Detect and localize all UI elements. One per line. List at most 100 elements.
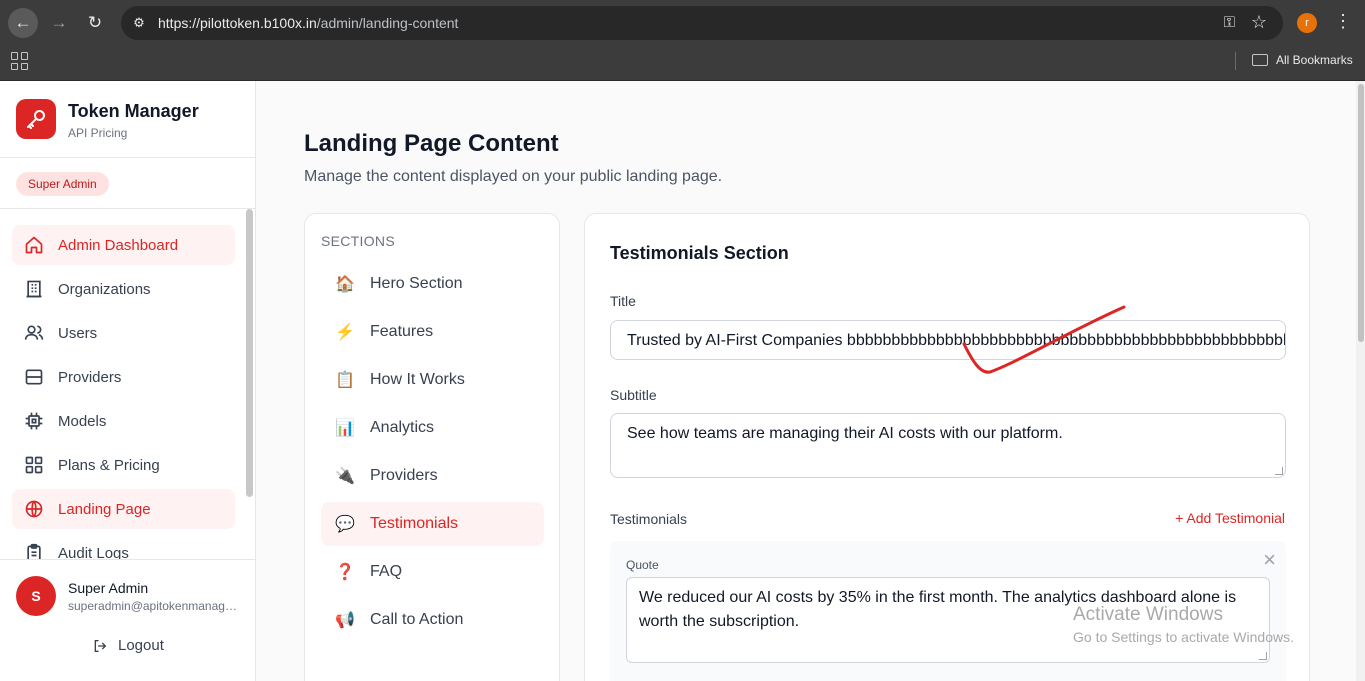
reload-icon[interactable]: ↻ xyxy=(80,8,110,38)
all-bookmarks-button[interactable]: All Bookmarks xyxy=(1252,53,1353,67)
avatar: S xyxy=(16,576,56,616)
add-testimonial-button[interactable]: + Add Testimonial xyxy=(1175,510,1285,526)
section-item-analytics[interactable]: 📊 Analytics xyxy=(321,406,544,450)
more-menu-icon[interactable]: ⋮ xyxy=(1334,11,1352,31)
sidebar-item-landing-page[interactable]: Landing Page xyxy=(12,489,235,529)
sidebar-scrollbar[interactable] xyxy=(246,209,253,497)
sections-heading: SECTIONS xyxy=(321,233,395,249)
lightning-icon: ⚡ xyxy=(335,324,355,341)
cpu-icon xyxy=(25,412,43,430)
sidebar-item-label: Providers xyxy=(58,368,122,386)
back-arrow-icon[interactable]: ← xyxy=(8,8,38,38)
quote-label: Quote xyxy=(626,558,659,572)
page-scrollbar-thumb[interactable] xyxy=(1358,84,1364,342)
resize-handle[interactable] xyxy=(1259,652,1267,660)
subtitle-textarea[interactable]: See how teams are managing their AI cost… xyxy=(610,413,1286,478)
section-item-label: Features xyxy=(370,323,434,340)
sidebar-item-organizations[interactable]: Organizations xyxy=(12,269,235,309)
bookmarks-bar xyxy=(0,46,1365,81)
logout-label: Logout xyxy=(118,637,164,654)
sidebar-item-label: Audit Logs xyxy=(58,544,129,560)
forward-arrow-icon[interactable]: → xyxy=(44,8,74,38)
role-badge: Super Admin xyxy=(16,172,109,196)
editor-heading: Testimonials Section xyxy=(610,243,789,263)
folder-icon xyxy=(1252,54,1268,66)
browser-toolbar: ← → ↻ ⚙ https://pilottoken.b100x.in/admi… xyxy=(0,0,1365,46)
section-item-label: Providers xyxy=(370,467,438,484)
address-bar[interactable]: ⚙ https://pilottoken.b100x.in/admin/land… xyxy=(121,6,1283,40)
profile-avatar[interactable]: r xyxy=(1297,13,1317,33)
sidebar-item-label: Plans & Pricing xyxy=(58,456,160,474)
subtitle-text: See how teams are managing their AI cost… xyxy=(627,425,1063,442)
section-item-call-to-action[interactable]: 📢 Call to Action xyxy=(321,598,544,642)
server-icon xyxy=(25,369,43,385)
section-item-label: Analytics xyxy=(370,419,435,436)
sidebar-item-label: Landing Page xyxy=(58,500,151,518)
password-key-icon[interactable]: ⚿ xyxy=(1224,14,1235,31)
home-icon xyxy=(25,236,43,254)
sidebar-item-label: Models xyxy=(58,412,107,430)
subtitle-label: Subtitle xyxy=(610,387,657,403)
key-logo-icon xyxy=(16,99,56,139)
title-label: Title xyxy=(610,293,636,309)
url-path: /admin/landing-content xyxy=(316,15,459,31)
house-icon: 🏠 xyxy=(335,276,355,293)
section-item-label: FAQ xyxy=(370,563,403,580)
title-input[interactable]: Trusted by AI-First Companies bbbbbbbbbb… xyxy=(610,320,1286,360)
megaphone-icon: 📢 xyxy=(335,612,355,629)
apps-grid-icon[interactable] xyxy=(11,52,29,70)
bookmarks-separator xyxy=(1235,52,1236,70)
section-item-how-it-works[interactable]: 📋 How It Works xyxy=(321,358,544,402)
activate-windows-subtitle: Go to Settings to activate Windows. xyxy=(1073,629,1294,645)
brand-title: Token Manager xyxy=(68,101,199,121)
divider xyxy=(0,157,255,158)
bookmark-star-icon[interactable]: ☆ xyxy=(1251,12,1267,33)
globe-icon xyxy=(25,500,43,518)
section-item-label: Call to Action xyxy=(370,611,464,628)
sidebar-item-models[interactable]: Models xyxy=(12,401,235,441)
sidebar-nav: Admin Dashboard Organizations Users Prov… xyxy=(12,225,235,559)
sidebar-item-admin-dashboard[interactable]: Admin Dashboard xyxy=(12,225,235,265)
question-mark-icon: ❓ xyxy=(335,564,355,581)
section-item-faq[interactable]: ❓ FAQ xyxy=(321,550,544,594)
clipboard-icon: 📋 xyxy=(335,372,355,389)
resize-handle[interactable] xyxy=(1275,467,1283,475)
all-bookmarks-label: All Bookmarks xyxy=(1276,53,1353,67)
section-item-features[interactable]: ⚡ Features xyxy=(321,310,544,354)
sidebar-item-label: Users xyxy=(58,324,98,342)
user-name: Super Admin xyxy=(68,580,149,596)
sidebar-item-label: Organizations xyxy=(58,280,151,298)
section-item-testimonials[interactable]: 💬 Testimonials xyxy=(321,502,544,546)
logout-button[interactable]: Logout xyxy=(92,637,164,654)
section-item-label: Hero Section xyxy=(370,275,463,292)
logout-icon xyxy=(94,639,107,652)
section-item-providers[interactable]: 🔌 Providers xyxy=(321,454,544,498)
page-subtitle: Manage the content displayed on your pub… xyxy=(304,168,723,185)
divider xyxy=(0,208,255,209)
url-text: https://pilottoken.b100x.in/admin/landin… xyxy=(158,15,458,31)
close-icon[interactable]: × xyxy=(1263,547,1276,573)
bar-chart-icon: 📊 xyxy=(335,420,355,437)
sidebar-item-plans-pricing[interactable]: Plans & Pricing xyxy=(12,445,235,485)
page-title: Landing Page Content xyxy=(304,130,559,157)
testimonials-label: Testimonials xyxy=(610,511,688,527)
grid-icon xyxy=(25,456,43,474)
section-item-hero[interactable]: 🏠 Hero Section xyxy=(321,262,544,306)
sidebar-item-providers[interactable]: Providers xyxy=(12,357,235,397)
sidebar-item-users[interactable]: Users xyxy=(12,313,235,353)
activate-windows-title: Activate Windows xyxy=(1073,604,1223,625)
users-icon xyxy=(24,325,44,340)
url-host: https://pilottoken.b100x.in xyxy=(158,15,317,31)
clipboard-icon xyxy=(27,543,41,559)
section-item-label: Testimonials xyxy=(370,515,459,532)
brand-subtitle: API Pricing xyxy=(68,126,128,140)
site-info-icon[interactable]: ⚙ xyxy=(129,13,149,33)
sidebar-item-label: Admin Dashboard xyxy=(58,236,179,254)
sections-list: 🏠 Hero Section ⚡ Features 📋 How It Works 📊 A… xyxy=(321,262,544,646)
building-icon xyxy=(26,280,42,298)
plug-icon: 🔌 xyxy=(335,468,355,485)
speech-bubble-icon: 💬 xyxy=(335,516,355,533)
sidebar-item-audit-logs[interactable]: Audit Logs xyxy=(12,533,235,559)
sections-panel: SECTIONS 🏠 Hero Section ⚡ Features 📋 How It… xyxy=(304,213,560,681)
user-email: superadmin@apitokenmanager.com xyxy=(68,599,238,613)
